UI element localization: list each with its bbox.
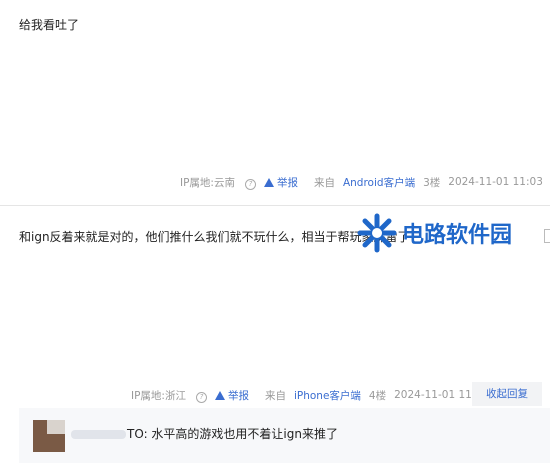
client-link[interactable]: iPhone客户端: [294, 390, 361, 402]
avatar[interactable]: [33, 420, 65, 452]
post-time: 2024-11-01 11:03: [448, 176, 543, 188]
watermark: 电路软件园: [356, 212, 546, 254]
post-content: 和ign反着来就是对的，他们推什么我们就不玩什么，相当于帮玩家踩雷了: [19, 230, 410, 244]
username-blurred[interactable]: [71, 430, 126, 439]
client-link[interactable]: Android客户端: [343, 177, 415, 189]
post-meta: IP属地:浙江? 举报 来自 iPhone客户端 4楼 2024-11-01 11…: [131, 387, 497, 403]
report-link[interactable]: 举报: [214, 388, 257, 403]
sub-reply-text: TO: 水平高的游戏也用不着让ign来推了: [127, 427, 338, 441]
warning-icon: [263, 177, 274, 187]
sub-reply: TO: 水平高的游戏也用不着让ign来推了: [19, 408, 550, 463]
watermark-text: 电路软件园: [402, 223, 513, 248]
post-meta: IP属地:云南? 举报 来自 Android客户端 3楼 2024-11-01 1…: [180, 174, 550, 190]
collapse-replies-button[interactable]: 收起回复: [472, 382, 542, 406]
warning-icon: [214, 390, 225, 400]
help-icon[interactable]: ?: [195, 391, 207, 403]
watermark-logo-icon: [356, 212, 398, 254]
help-icon[interactable]: ?: [244, 178, 256, 190]
report-link[interactable]: 举报: [263, 175, 306, 190]
post-floor-3: 给我看吐了 IP属地:云南? 举报 来自 Android客户端 3楼 2024-1…: [0, 0, 550, 205]
floor-number: 4楼: [368, 389, 387, 402]
post-content: 给我看吐了: [19, 18, 80, 32]
ip-location: IP属地:浙江?: [131, 388, 207, 403]
client-source: 来自 Android客户端: [313, 176, 416, 189]
ip-location: IP属地:云南?: [180, 175, 256, 190]
client-source: 来自 iPhone客户端: [264, 389, 361, 402]
floor-number: 3楼: [423, 176, 441, 189]
